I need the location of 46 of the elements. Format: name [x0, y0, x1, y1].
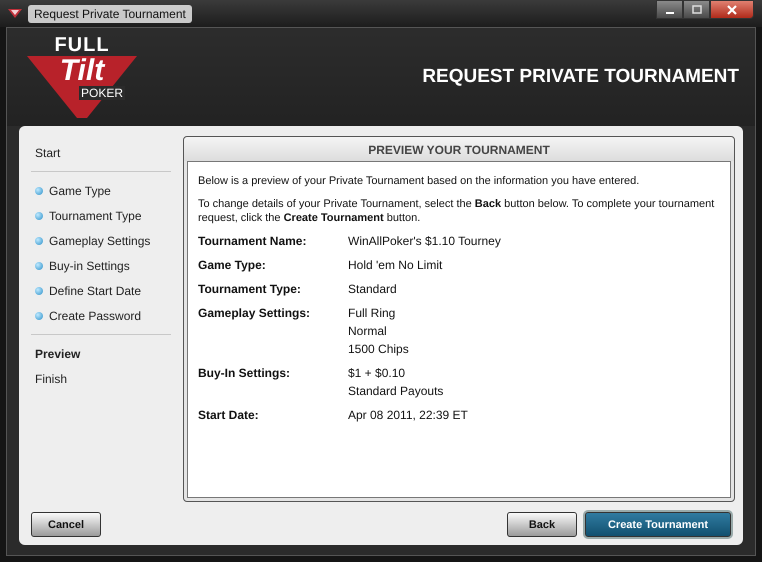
sidebar-item[interactable]: Preview: [27, 341, 175, 366]
intro-text: To change details of your Private Tournament, select the Back button below. To complete your tournament request, click the Create Tournament button.: [198, 197, 716, 225]
field-value: WinAllPoker's $1.10 Tourney: [348, 234, 501, 248]
maximize-button[interactable]: [683, 0, 710, 19]
window-title: Request Private Tournament: [28, 4, 192, 22]
field-value: Standard Payouts: [348, 384, 444, 398]
field-label: Tournament Name:: [198, 234, 308, 248]
section-header: PREVIEW YOUR TOURNAMENT: [184, 137, 734, 161]
field-value: Hold 'em No Limit: [348, 258, 442, 272]
sidebar-item[interactable]: Finish: [27, 366, 175, 391]
minimize-button[interactable]: [656, 0, 683, 19]
back-button[interactable]: Back: [507, 512, 577, 537]
sidebar-item[interactable]: Define Start Date: [27, 278, 175, 303]
field-value: 1500 Chips: [348, 342, 409, 356]
app-icon: [8, 8, 22, 18]
sidebar-item[interactable]: Start: [27, 140, 175, 165]
cancel-button[interactable]: Cancel: [31, 512, 102, 537]
bullet-icon: [35, 286, 43, 294]
intro-text: Below is a preview of your Private Tournament based on the information you have entered.: [198, 174, 640, 188]
maximize-icon: [692, 4, 702, 14]
minimize-icon: [666, 12, 674, 14]
bullet-icon: [35, 262, 43, 270]
close-button[interactable]: [710, 0, 754, 19]
sidebar-item[interactable]: Tournament Type: [27, 203, 175, 228]
bullet-icon: [35, 186, 43, 194]
sidebar-item[interactable]: Gameplay Settings: [27, 228, 175, 253]
field-label: Tournament Type:: [198, 282, 302, 296]
bullet-icon: [35, 312, 43, 320]
field-value: Standard: [348, 282, 397, 296]
page-title: REQUEST PRIVATE TOURNAMENT: [422, 66, 739, 88]
field-label: Buy-In Settings:: [198, 366, 291, 382]
sidebar-item[interactable]: Create Password: [27, 303, 175, 328]
field-label: Start Date:: [198, 408, 260, 422]
field-label: Gameplay Settings:: [198, 306, 312, 322]
logo: FULL Tilt POKER: [27, 34, 137, 120]
bullet-icon: [35, 212, 43, 220]
close-icon: [727, 4, 737, 14]
create-tournament-button[interactable]: Create Tournament: [585, 512, 731, 537]
bullet-icon: [35, 236, 43, 244]
sidebar-item[interactable]: Game Type: [27, 178, 175, 203]
sidebar-item[interactable]: Buy-in Settings: [27, 253, 175, 278]
field-value: Full Ring: [348, 306, 396, 320]
field-value: Apr 08 2011, 22:39 ET: [348, 408, 468, 422]
field-value: Normal: [348, 324, 388, 338]
field-label: Game Type:: [198, 258, 267, 272]
field-value: $1 + $0.10: [348, 366, 406, 380]
